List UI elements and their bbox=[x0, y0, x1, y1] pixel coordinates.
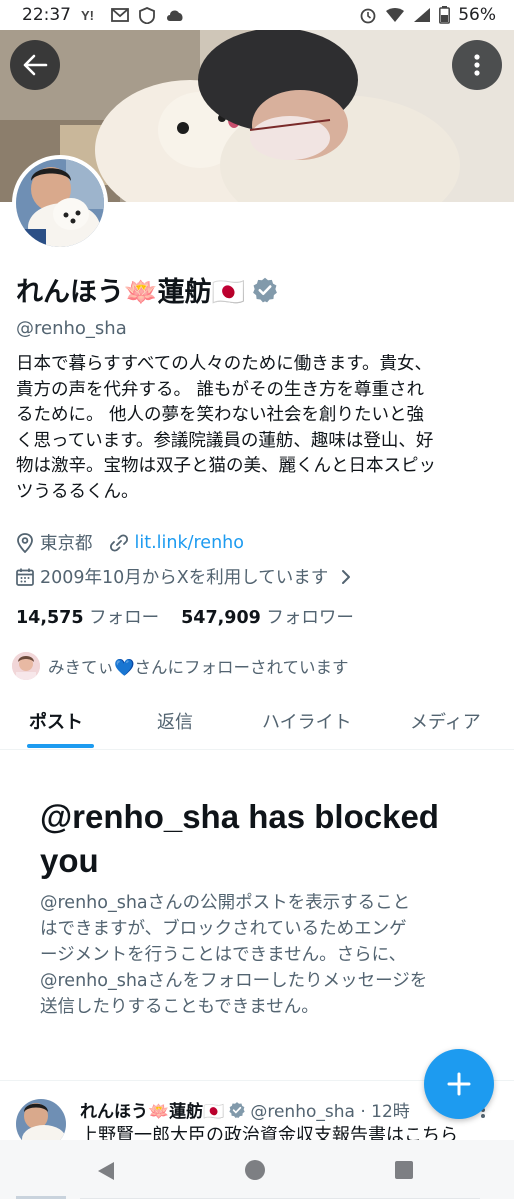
profile-avatar[interactable] bbox=[12, 155, 108, 251]
nav-home-icon[interactable] bbox=[244, 1159, 266, 1181]
tab-media[interactable]: メディア bbox=[410, 708, 481, 734]
more-options-button[interactable] bbox=[452, 40, 502, 90]
tweet-avatar[interactable] bbox=[16, 1099, 66, 1140]
battery-icon bbox=[439, 6, 451, 24]
tweet-text: 上野賢一郎大臣の政治資金収支報告書はこちら bbox=[80, 1125, 458, 1140]
followed-by-text: みきてぃ💙さんにフォローされています bbox=[48, 658, 349, 677]
profile-tabs: ポスト 返信 ハイライト メディア bbox=[0, 694, 514, 750]
link-icon bbox=[109, 533, 128, 552]
profile-handle: @renho_sha bbox=[16, 318, 127, 339]
profile-joined-row[interactable]: 2009年10月からXを利用しています bbox=[16, 564, 352, 589]
profile-bio: 日本で暮らすすべての人々のために働きます。貴女、 貴方の声を代弁する。 誰もがそ… bbox=[16, 354, 436, 502]
profile-meta-location-row: 東京都 lit.link/renho bbox=[16, 530, 244, 555]
arrow-left-icon bbox=[23, 54, 48, 76]
svg-text:Y!: Y! bbox=[81, 8, 94, 22]
follower-avatar bbox=[12, 652, 40, 680]
blocked-message: @renho_shaさんの公開ポストを表示すること はできますが、ブロックされて… bbox=[40, 893, 428, 1017]
tweet-author-handle: @renho_sha · 12時 bbox=[250, 1102, 410, 1122]
compose-button[interactable] bbox=[424, 1049, 494, 1119]
following-label: フォロー bbox=[89, 608, 160, 628]
wifi-icon bbox=[385, 7, 405, 23]
followed-by-row[interactable]: みきてぃ💙さんにフォローされています bbox=[12, 652, 349, 680]
more-vertical-icon bbox=[474, 54, 480, 76]
follow-stats: 14,575 フォロー 547,909 フォロワー bbox=[16, 604, 354, 629]
tweet-author-name: れんほう🪷蓮舫🇯🇵 bbox=[80, 1102, 225, 1122]
verified-badge-icon bbox=[229, 1101, 245, 1118]
profile-joined-date: 2009年10月からXを利用しています bbox=[40, 568, 329, 588]
mail-icon bbox=[111, 8, 129, 22]
followers-count: 547,909 bbox=[181, 608, 261, 628]
yahoo-notification-icon: Y! bbox=[81, 8, 101, 22]
status-bar: 22:37 Y! 56% bbox=[0, 0, 514, 30]
tab-active-indicator bbox=[27, 744, 94, 748]
alarm-icon bbox=[359, 6, 377, 24]
calendar-icon bbox=[16, 568, 34, 586]
back-button[interactable] bbox=[10, 40, 60, 90]
tab-posts[interactable]: ポスト bbox=[29, 708, 83, 734]
profile-location: 東京都 bbox=[40, 534, 93, 554]
following-stat[interactable]: 14,575 フォロー bbox=[16, 604, 159, 629]
display-name: れんほう🪷蓮舫🇯🇵 bbox=[16, 277, 246, 307]
cloud-icon bbox=[165, 8, 185, 22]
following-count: 14,575 bbox=[16, 608, 84, 628]
shield-icon bbox=[139, 6, 155, 24]
tab-replies[interactable]: 返信 bbox=[157, 708, 193, 734]
next-tweet-peek bbox=[16, 1190, 514, 1199]
tab-highlights[interactable]: ハイライト bbox=[262, 708, 352, 734]
profile-link[interactable]: lit.link/renho bbox=[135, 533, 244, 553]
status-time: 22:37 bbox=[22, 5, 71, 25]
followers-label: フォロワー bbox=[266, 608, 354, 628]
nav-back-icon[interactable] bbox=[95, 1160, 117, 1182]
battery-percent: 56% bbox=[458, 5, 496, 25]
location-pin-icon bbox=[17, 532, 33, 553]
chevron-right-icon bbox=[342, 569, 351, 584]
tweet-header: れんほう🪷蓮舫🇯🇵 @renho_sha · 12時 bbox=[80, 1097, 410, 1122]
verified-badge-icon bbox=[253, 277, 278, 302]
signal-icon bbox=[413, 7, 431, 23]
profile-name-row: れんほう🪷蓮舫🇯🇵 bbox=[16, 270, 279, 309]
plus-icon bbox=[447, 1072, 471, 1096]
followers-stat[interactable]: 547,909 フォロワー bbox=[181, 604, 354, 629]
nav-recents-icon[interactable] bbox=[394, 1160, 414, 1180]
blocked-title: @renho_sha has blocked you bbox=[40, 798, 439, 879]
